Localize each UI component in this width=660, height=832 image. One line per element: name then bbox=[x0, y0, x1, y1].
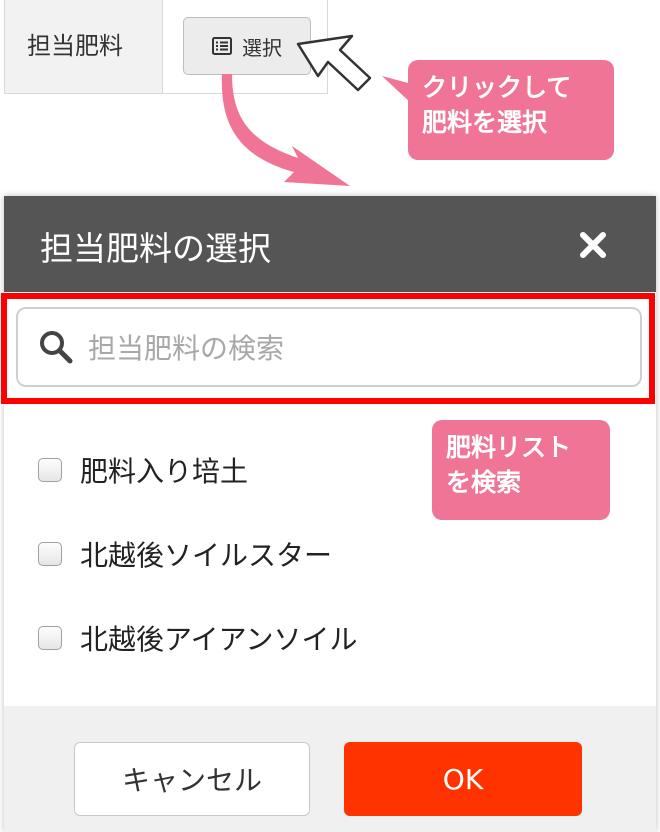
curved-arrow-icon bbox=[221, 74, 350, 186]
callout-line: 肥料を選択 bbox=[422, 108, 548, 137]
option-label: 肥料入り培土 bbox=[80, 455, 249, 488]
option-label: 北越後アイアンソイル bbox=[80, 623, 358, 656]
fertilizer-option[interactable]: 北越後ソイルスター bbox=[38, 534, 332, 574]
option-checkbox[interactable] bbox=[38, 458, 62, 482]
mouse-cursor-icon bbox=[296, 34, 372, 92]
callout-line: 肥料リスト bbox=[446, 433, 572, 462]
option-checkbox[interactable] bbox=[38, 626, 62, 650]
ok-button[interactable]: OK bbox=[344, 742, 582, 816]
modal-title: 担当肥料の選択 bbox=[40, 229, 271, 268]
callout-line: を検索 bbox=[446, 468, 522, 497]
fertilizer-option[interactable]: 肥料入り培土 bbox=[38, 450, 248, 490]
close-icon bbox=[580, 232, 606, 258]
search-highlight-frame bbox=[1, 293, 655, 404]
option-label: 北越後ソイルスター bbox=[80, 539, 333, 572]
cancel-button[interactable]: キャンセル bbox=[74, 742, 310, 816]
callout-line: クリックして bbox=[422, 73, 572, 102]
option-checkbox[interactable] bbox=[38, 542, 62, 566]
modal-header: 担当肥料の選択 bbox=[4, 196, 656, 292]
fertilizer-option[interactable]: 北越後アイアンソイル bbox=[38, 618, 357, 658]
callout-search-list: 肥料リスト を検索 bbox=[432, 420, 610, 520]
callout-click-to-select: クリックして 肥料を選択 bbox=[408, 60, 614, 160]
modal-close-button[interactable] bbox=[576, 228, 610, 262]
modal-footer: キャンセル OK bbox=[4, 706, 656, 832]
